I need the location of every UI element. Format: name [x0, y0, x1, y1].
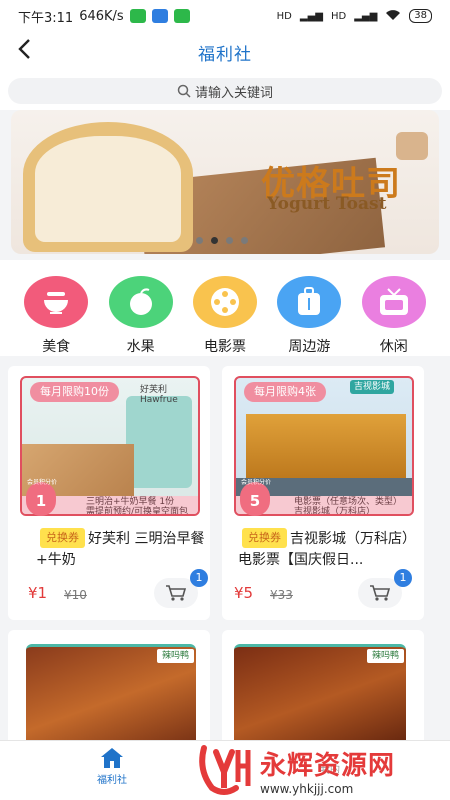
- product-price: ¥1: [28, 584, 48, 602]
- product-old-price: ¥33: [270, 588, 293, 602]
- category-label: 电影票: [203, 339, 246, 355]
- image-brand: 辣吗鸭: [366, 649, 404, 663]
- caption-line: 吉视影城（万科店）: [294, 507, 376, 516]
- chevron-left-icon: [18, 39, 30, 59]
- product-old-price: ¥10: [64, 588, 87, 602]
- watermark-logo-icon: [199, 745, 251, 795]
- watermark: 永辉资源网 www.yhkjjj.com: [196, 740, 446, 800]
- product-name-text: 好芙利 三明治早餐+牛奶: [36, 531, 205, 568]
- battery-indicator: 38: [409, 9, 432, 23]
- watermark-title: 永辉资源网: [260, 750, 396, 781]
- shield-icon: [173, 9, 190, 23]
- signal-icon: ▂▄▆: [354, 10, 378, 22]
- product-card[interactable]: 辣吗鸭: [222, 630, 424, 750]
- message-icon: [151, 9, 168, 23]
- wifi-icon: [385, 9, 401, 24]
- product-name-text: 吉视影城（万科店）电影票【国庆假日...: [238, 531, 416, 568]
- signal-icon: ▂▄▆: [299, 10, 323, 22]
- carousel-dot[interactable]: [196, 237, 203, 244]
- caption-line: 三明治+牛奶早餐 1份: [86, 497, 175, 507]
- image-brand: 吉视影城: [350, 380, 395, 394]
- badge-label: 会员积分价: [26, 479, 57, 486]
- purchase-limit-badge: 每月限购10份: [30, 382, 119, 402]
- caption-line: 需提前预约/可换皇空面包: [86, 507, 189, 516]
- cinema-building-image: [246, 414, 406, 486]
- toast-inner-image: [35, 136, 181, 242]
- category-fruit[interactable]: 水果: [103, 260, 179, 356]
- product-price: ¥5: [234, 584, 254, 602]
- signal-1: HD: [276, 10, 292, 22]
- product-image: 辣吗鸭: [26, 644, 196, 750]
- badge-value: 5: [249, 492, 261, 510]
- member-price-badge: 会员积分价 5: [240, 479, 271, 516]
- nav-label: 福利社: [97, 775, 127, 786]
- carousel-dots: [196, 237, 248, 244]
- product-card[interactable]: 三明治+牛奶早餐 1份 需提前预约/可换皇空面包 好芙利 Hawfrue 每月限…: [8, 366, 210, 620]
- product-name: 吉视影城（万科店）电影票【国庆假日...: [238, 529, 418, 571]
- search-input[interactable]: 请输入关键词: [8, 78, 442, 104]
- category-label: 休闲: [379, 339, 408, 355]
- cart-count-badge: 1: [394, 569, 412, 587]
- page-header: 福利社: [0, 32, 450, 72]
- image-brand: 辣吗鸭: [156, 649, 194, 663]
- carousel-dot-active[interactable]: [211, 237, 218, 244]
- badge-label: 会员积分价: [240, 479, 271, 486]
- wechat-icon: [129, 9, 146, 23]
- search-icon: [177, 84, 191, 98]
- product-card[interactable]: 电影票（任意场次、类型） 吉视影城（万科店） 吉视影城 每月限购4张 会员积分价…: [222, 366, 424, 620]
- product-name: 好芙利 三明治早餐+牛奶: [36, 529, 208, 571]
- milk-cup-image: [126, 396, 192, 488]
- home-icon: [101, 748, 123, 768]
- category-label: 周边游: [288, 339, 331, 355]
- signal-2: HD: [330, 10, 347, 22]
- promo-banner[interactable]: 优格吐司 Yogurt Toast: [11, 110, 439, 254]
- status-speed: 646K/s: [79, 8, 124, 24]
- fruit-icon: [108, 276, 173, 328]
- cart-icon: [370, 585, 391, 601]
- banner-subtitle: Yogurt Toast: [267, 194, 387, 214]
- caption-line: 电影票（任意场次、类型）: [294, 497, 403, 507]
- carousel-dot[interactable]: [226, 237, 233, 244]
- tv-icon: [361, 276, 426, 328]
- film-reel-icon: [192, 276, 257, 328]
- category-label: 美食: [42, 339, 71, 355]
- badge-value: 1: [35, 492, 47, 510]
- cart-count-badge: 1: [190, 569, 208, 587]
- image-brand: 好芙利 Hawfrue: [140, 385, 178, 405]
- purchase-limit-badge: 每月限购4张: [244, 382, 326, 402]
- status-bar: 下午3:11 646K/s HD ▂▄▆ HD ▂▄▆ 38: [0, 0, 450, 32]
- back-button[interactable]: [16, 38, 34, 66]
- category-label: 水果: [126, 339, 155, 355]
- carousel-dot[interactable]: [241, 237, 248, 244]
- cart-icon: [166, 585, 187, 601]
- category-movie[interactable]: 电影票: [187, 260, 263, 356]
- status-time: 下午3:11: [18, 10, 74, 26]
- watermark-url: www.yhkjjj.com: [260, 781, 354, 796]
- category-leisure[interactable]: 休闲: [356, 260, 432, 356]
- page-title: 福利社: [198, 44, 252, 65]
- member-price-badge: 会员积分价 1: [26, 479, 57, 516]
- search-bar: 请输入关键词: [0, 72, 450, 110]
- nav-item-welfare[interactable]: 福利社: [78, 747, 146, 786]
- category-row: 美食 水果 电影票 周边游 休闲: [0, 260, 450, 356]
- category-travel[interactable]: 周边游: [271, 260, 347, 356]
- search-placeholder: 请输入关键词: [194, 85, 273, 101]
- category-food[interactable]: 美食: [18, 260, 94, 356]
- product-card[interactable]: 辣吗鸭: [8, 630, 210, 750]
- luggage-icon: [277, 276, 342, 328]
- food-bowl-icon: [24, 276, 89, 328]
- product-image: 辣吗鸭: [234, 644, 406, 750]
